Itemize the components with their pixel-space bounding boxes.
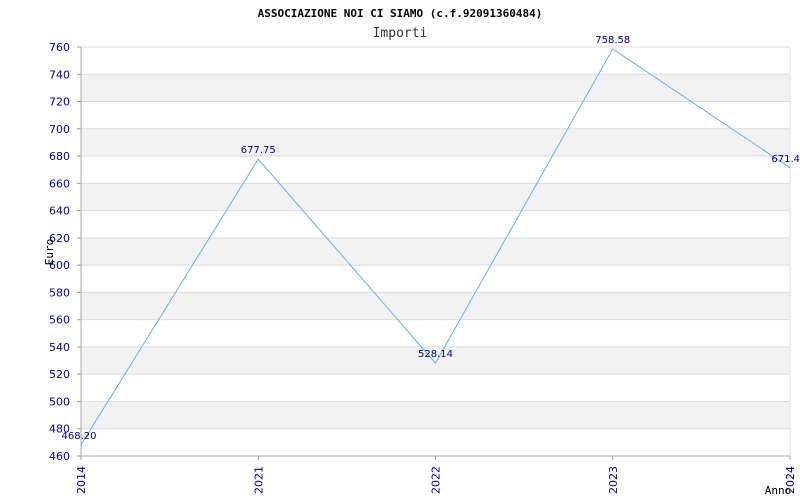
x-tick-label: 2023 (607, 466, 620, 494)
x-tick-label: 2022 (430, 466, 443, 494)
y-tick-label: 700 (49, 123, 70, 136)
chart-title: ASSOCIAZIONE NOI CI SIAMO (c.f.920913604… (258, 7, 543, 20)
x-tick-labels: 2014 2021 2022 2023 2024 (75, 466, 797, 494)
line-chart: 4604805005205405605806006206406606807007… (43, 7, 800, 497)
grid-band (81, 74, 790, 102)
x-tick-label: 2021 (252, 466, 265, 494)
data-label: 528.14 (418, 349, 453, 360)
grid-band (81, 401, 790, 429)
data-label: 677.75 (241, 145, 276, 156)
y-tick-label: 580 (49, 286, 70, 299)
x-axis-label: Anno (765, 484, 792, 497)
data-label: 468.20 (62, 431, 97, 442)
y-tick-label: 660 (49, 177, 70, 190)
y-tick-label: 560 (49, 314, 70, 327)
y-tick-label: 500 (49, 395, 70, 408)
y-tick-label: 720 (49, 96, 70, 109)
grid-band (81, 183, 790, 211)
grid-band (81, 292, 790, 320)
y-tick-label: 740 (49, 68, 70, 81)
x-tick-label: 2014 (75, 466, 88, 494)
data-label: 671.4 (771, 154, 800, 165)
y-tick-label: 760 (49, 41, 70, 54)
grid-bands (81, 74, 790, 429)
y-tick-label: 520 (49, 368, 70, 381)
chart-subtitle: Importi (373, 26, 428, 41)
y-tick-label: 460 (49, 450, 70, 463)
y-tick-label: 640 (49, 205, 70, 218)
y-tick-label: 680 (49, 150, 70, 163)
y-tick-label: 540 (49, 341, 70, 354)
grid-band (81, 237, 790, 266)
y-axis-label: Euro (43, 239, 56, 266)
grid-band (81, 128, 790, 157)
data-label: 758.58 (595, 35, 630, 46)
